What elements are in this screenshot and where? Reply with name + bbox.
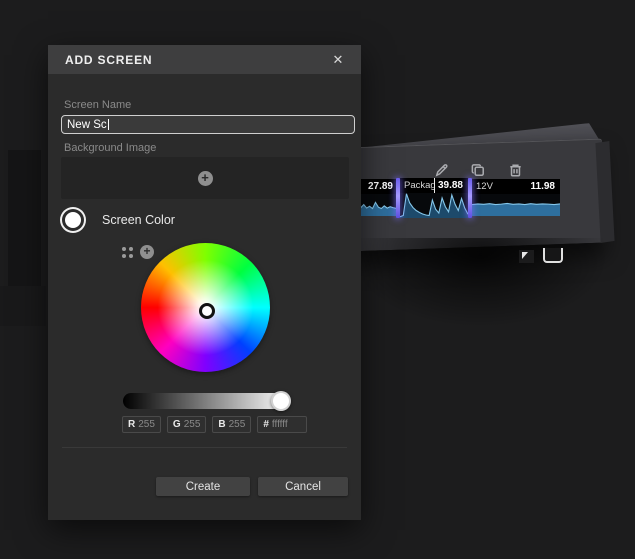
hex-field[interactable]: # ffffff bbox=[257, 416, 308, 433]
color-wheel-selector[interactable] bbox=[199, 303, 215, 319]
screen-name-label: Screen Name bbox=[64, 99, 132, 111]
modal-header: ADD SCREEN ✕ bbox=[48, 45, 361, 74]
tile-value: 39.88 bbox=[433, 178, 466, 193]
device-toolbar bbox=[433, 160, 528, 180]
add-color-plus-icon[interactable]: + bbox=[140, 245, 154, 259]
add-screen-modal: ADD SCREEN ✕ Screen Name New Sc Backgrou… bbox=[48, 45, 361, 520]
selection-glow-right bbox=[468, 178, 472, 218]
brightness-slider-knob[interactable] bbox=[271, 391, 291, 411]
device-left-edge bbox=[8, 150, 41, 288]
widget-tile-selected[interactable]: Package #1 39.88 bbox=[400, 178, 468, 218]
screen-color-row: Screen Color bbox=[60, 207, 175, 233]
palette-grid-icon[interactable] bbox=[122, 246, 133, 258]
create-button[interactable]: Create bbox=[156, 477, 250, 496]
tile-value: 27.89 bbox=[367, 181, 393, 192]
tile-sparkline bbox=[472, 194, 560, 216]
screen-color-label: Screen Color bbox=[102, 213, 175, 227]
widget-tile[interactable]: 12V 11.98 bbox=[472, 179, 560, 216]
tile-label: 12V bbox=[476, 181, 493, 192]
screen-name-value: New Sc bbox=[67, 118, 107, 131]
rgb-hex-row: R 255 G 255 B 255 # ffffff bbox=[122, 416, 308, 433]
device-shadow bbox=[350, 238, 610, 328]
selection-glow-left bbox=[396, 178, 400, 218]
screen-name-input[interactable]: New Sc bbox=[61, 115, 355, 134]
text-caret bbox=[107, 119, 109, 130]
app-screen: 27.89 Package #1 39.88 12V 11.98 ADD SCR… bbox=[0, 0, 635, 559]
blue-field[interactable]: B 255 bbox=[212, 416, 252, 433]
palette-tools: + bbox=[122, 245, 154, 259]
tile-sparkline bbox=[400, 193, 468, 218]
close-icon[interactable]: ✕ bbox=[326, 45, 350, 74]
edit-pencil-icon[interactable] bbox=[433, 162, 450, 179]
background-image-label: Background Image bbox=[64, 142, 157, 154]
footer-divider bbox=[62, 447, 347, 448]
modal-title: ADD SCREEN bbox=[65, 52, 153, 67]
device-connector-bracket bbox=[543, 248, 563, 263]
add-image-plus-icon: + bbox=[197, 170, 213, 186]
delete-trash-icon[interactable] bbox=[507, 162, 524, 179]
cancel-button[interactable]: Cancel bbox=[258, 477, 348, 496]
device-screen-strip: 27.89 Package #1 39.88 12V 11.98 bbox=[352, 178, 562, 218]
red-field[interactable]: R 255 bbox=[122, 416, 161, 433]
duplicate-copy-icon[interactable] bbox=[470, 162, 487, 179]
device-connector-clip bbox=[519, 250, 534, 263]
tile-value: 11.98 bbox=[530, 181, 555, 192]
background-image-dropzone[interactable]: + bbox=[61, 157, 349, 199]
device-left-shadow bbox=[0, 286, 46, 326]
screen-color-swatch[interactable] bbox=[65, 212, 81, 228]
brightness-slider[interactable] bbox=[123, 393, 289, 409]
green-field[interactable]: G 255 bbox=[166, 416, 207, 433]
